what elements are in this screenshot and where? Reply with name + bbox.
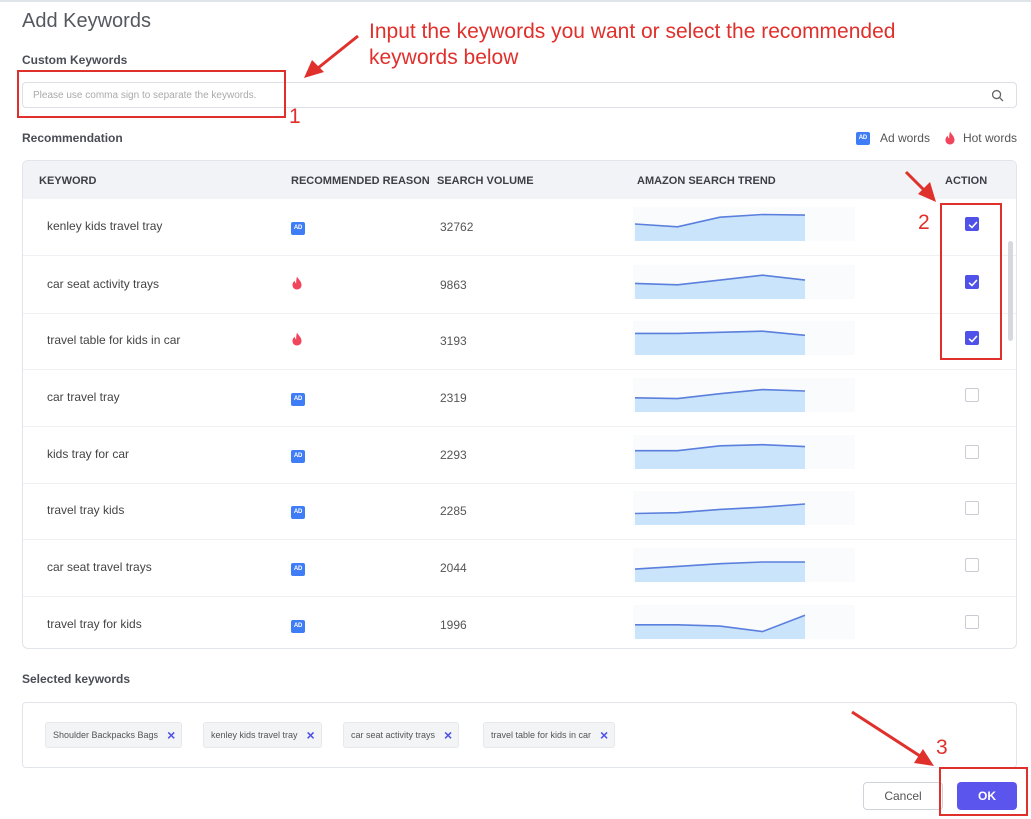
keyword-cell: kids tray for car: [47, 447, 130, 461]
trend-sparkline: [633, 378, 855, 412]
keyword-checkbox[interactable]: [965, 501, 979, 515]
annotation-callout: Input the keywords you want or select th…: [369, 20, 896, 69]
search-volume-cell: 3193: [440, 334, 467, 348]
annotation-step-3: 3: [936, 736, 948, 759]
annotation-box-3: [939, 767, 1028, 816]
selected-keyword-chip: kenley kids travel tray ×: [203, 722, 322, 748]
selected-keywords-box: Shoulder Backpacks Bags × kenley kids trav…: [22, 702, 1017, 768]
dialog-top-border: [0, 0, 1031, 2]
keyword-checkbox[interactable]: [965, 445, 979, 459]
keyword-checkbox[interactable]: [965, 558, 979, 572]
keyword-cell: kenley kids travel tray: [47, 219, 163, 233]
keyword-cell: car seat travel trays: [47, 560, 152, 574]
recommendation-label: Recommendation: [22, 131, 123, 145]
selected-keyword-chip: travel table for kids in car ×: [483, 722, 616, 748]
keyword-cell: car seat activity trays: [47, 277, 160, 291]
legend-hot: Hot words: [944, 131, 1017, 145]
ad-icon: AD: [855, 131, 870, 145]
chip-label: car seat activity trays: [351, 730, 436, 740]
remove-chip-icon[interactable]: ×: [600, 728, 608, 742]
table-row: car travel tray AD 2319: [23, 370, 1016, 427]
ad-badge: AD: [291, 221, 305, 235]
annotation-step-2: 2: [918, 211, 930, 234]
trend-sparkline: [633, 435, 855, 469]
search-volume-cell: 32762: [440, 220, 474, 234]
search-volume-cell: 2285: [440, 504, 467, 518]
ad-badge: AD: [291, 505, 305, 519]
table-row: kenley kids travel tray AD 32762: [23, 199, 1016, 256]
ad-icon: AD: [291, 616, 305, 633]
search-icon[interactable]: [991, 89, 1004, 102]
trend-sparkline: [633, 605, 855, 639]
dialog-title: Add Keywords: [22, 10, 151, 32]
table-row: travel tray kids AD 2285: [23, 483, 1016, 540]
search-volume-cell: 2044: [440, 561, 467, 575]
chip-label: Shoulder Backpacks Bags: [53, 730, 159, 740]
legend-hot-label: Hot words: [962, 131, 1017, 145]
annotation-box-1: [17, 70, 286, 118]
trend-area: [635, 331, 805, 355]
ad-icon: AD: [291, 502, 305, 519]
trend-sparkline: [633, 207, 855, 241]
keyword-cell: car travel tray: [47, 390, 120, 404]
legend-ad: AD Ad words: [855, 131, 930, 145]
custom-keywords-label: Custom Keywords: [22, 53, 128, 67]
recommendation-table: KEYWORD RECOMMENDED REASON SEARCH VOLUME…: [22, 160, 1017, 649]
trend-sparkline: [633, 265, 855, 299]
search-volume-cell: 2319: [440, 391, 467, 405]
ad-badge: AD: [291, 449, 305, 463]
ad-badge: AD: [291, 392, 305, 406]
table-header: KEYWORD RECOMMENDED REASON SEARCH VOLUME…: [23, 161, 1016, 199]
chip-label: travel table for kids in car: [491, 730, 592, 740]
remove-chip-icon[interactable]: ×: [167, 728, 175, 742]
annotation-arrowhead-1: [304, 60, 324, 78]
flame-icon: [945, 131, 955, 145]
keyword-cell: travel table for kids in car: [47, 333, 181, 347]
table-row: car seat activity trays 9863: [23, 257, 1016, 314]
annotation-box-2: [940, 203, 1002, 360]
ad-icon: AD: [291, 218, 305, 235]
table-row: travel tray for kids AD 1996: [23, 597, 1016, 648]
keyword-cell: travel tray for kids: [47, 617, 142, 631]
keyword-checkbox[interactable]: [965, 615, 979, 629]
chip-label: kenley kids travel tray: [211, 730, 298, 740]
keyword-checkbox[interactable]: [965, 388, 979, 402]
ad-badge: AD: [291, 562, 305, 576]
header-volume: SEARCH VOLUME: [437, 175, 534, 187]
ad-icon: AD: [291, 446, 305, 463]
flame-icon: [291, 332, 303, 349]
trend-sparkline: [633, 491, 855, 525]
search-volume-cell: 9863: [440, 278, 467, 292]
trend-sparkline: [633, 548, 855, 582]
flame-icon: [292, 332, 302, 346]
remove-chip-icon[interactable]: ×: [307, 728, 315, 742]
header-trend: AMAZON SEARCH TREND: [637, 175, 776, 187]
flame-icon: [292, 276, 302, 290]
ad-badge: AD: [291, 619, 305, 633]
header-action: ACTION: [945, 175, 988, 187]
ad-icon: AD: [291, 559, 305, 576]
annotation-step-1: 1: [289, 105, 301, 128]
ad-icon: AD: [291, 389, 305, 406]
header-reason: RECOMMENDED REASON: [291, 175, 430, 187]
remove-chip-icon[interactable]: ×: [444, 728, 452, 742]
search-volume-cell: 2293: [440, 448, 467, 462]
selected-keywords-label: Selected keywords: [22, 672, 131, 686]
table-row: car seat travel trays AD 2044: [23, 540, 1016, 597]
legend: AD Ad words Hot words: [855, 130, 1017, 146]
search-volume-cell: 1996: [440, 618, 467, 632]
selected-keyword-chip: Shoulder Backpacks Bags ×: [45, 722, 183, 748]
cancel-button[interactable]: Cancel: [863, 782, 943, 810]
header-keyword: KEYWORD: [39, 175, 97, 187]
table-row: travel table for kids in car 3193: [23, 313, 1016, 370]
trend-sparkline: [633, 321, 855, 355]
selected-keyword-chip: car seat activity trays ×: [343, 722, 460, 748]
legend-ad-label: Ad words: [879, 131, 930, 145]
table-row: kids tray for car AD 2293: [23, 427, 1016, 484]
keyword-cell: travel tray kids: [47, 503, 125, 517]
table-scrollbar[interactable]: [1008, 241, 1013, 341]
annotation-arrow-1: [317, 34, 359, 70]
flame-icon: [291, 276, 303, 293]
